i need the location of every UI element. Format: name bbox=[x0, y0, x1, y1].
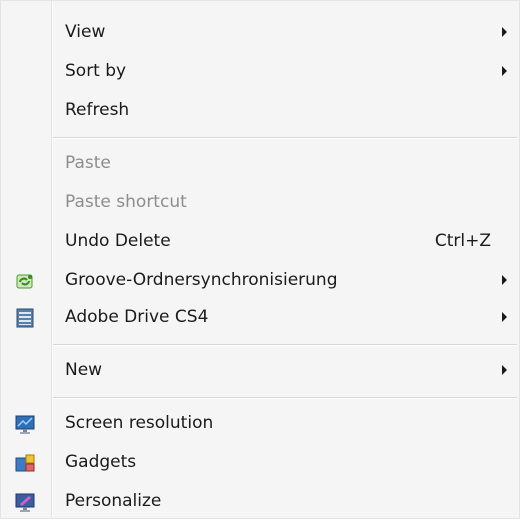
menu-item-label: Paste bbox=[65, 153, 111, 173]
submenu-arrow-icon bbox=[502, 275, 507, 285]
menu-item-label: Refresh bbox=[65, 100, 130, 120]
menu-item-label: View bbox=[65, 22, 106, 42]
menu-item-label: Adobe Drive CS4 bbox=[65, 307, 209, 327]
gadgets-icon bbox=[14, 452, 36, 474]
menu-item-refresh[interactable]: Refresh bbox=[1, 92, 519, 130]
adobe-drive-icon bbox=[14, 307, 36, 329]
menu-item-label: Sort by bbox=[65, 61, 127, 81]
submenu-arrow-icon bbox=[502, 66, 507, 76]
menu-item-label: Personalize bbox=[65, 491, 162, 511]
menu-item-label: Undo Delete bbox=[65, 231, 171, 251]
menu-item-view[interactable]: View bbox=[1, 14, 519, 52]
menu-item-label: Groove-Ordnersynchronisierung bbox=[65, 270, 338, 290]
menu-item-screen-resolution[interactable]: Screen resolution bbox=[1, 405, 519, 443]
menu-item-sort-by[interactable]: Sort by bbox=[1, 53, 519, 91]
personalize-icon bbox=[14, 491, 36, 513]
menu-separator bbox=[53, 344, 517, 346]
groove-sync-icon bbox=[14, 270, 36, 292]
menu-item-undo-delete[interactable]: Undo Delete Ctrl+Z bbox=[1, 223, 519, 261]
menu-item-new[interactable]: New bbox=[1, 352, 519, 390]
submenu-arrow-icon bbox=[502, 27, 507, 37]
menu-item-label: Screen resolution bbox=[65, 413, 214, 433]
menu-item-adobe-drive[interactable]: Adobe Drive CS4 bbox=[1, 299, 519, 337]
menu-item-label: Paste shortcut bbox=[65, 192, 187, 212]
menu-item-label: New bbox=[65, 360, 103, 380]
menu-item-shortcut: Ctrl+Z bbox=[434, 231, 491, 251]
desktop-context-menu: View Sort by Refresh Paste Paste shortcu… bbox=[0, 0, 520, 519]
menu-item-paste[interactable]: Paste bbox=[1, 145, 519, 183]
menu-item-groove-sync[interactable]: Groove-Ordnersynchronisierung bbox=[1, 262, 519, 300]
menu-item-personalize[interactable]: Personalize bbox=[1, 483, 519, 521]
menu-item-label: Gadgets bbox=[65, 452, 137, 472]
menu-separator bbox=[53, 397, 517, 399]
submenu-arrow-icon bbox=[502, 365, 507, 375]
monitor-icon bbox=[14, 413, 36, 435]
menu-separator bbox=[53, 137, 517, 139]
menu-item-paste-shortcut[interactable]: Paste shortcut bbox=[1, 184, 519, 222]
menu-item-gadgets[interactable]: Gadgets bbox=[1, 444, 519, 482]
submenu-arrow-icon bbox=[502, 312, 507, 322]
